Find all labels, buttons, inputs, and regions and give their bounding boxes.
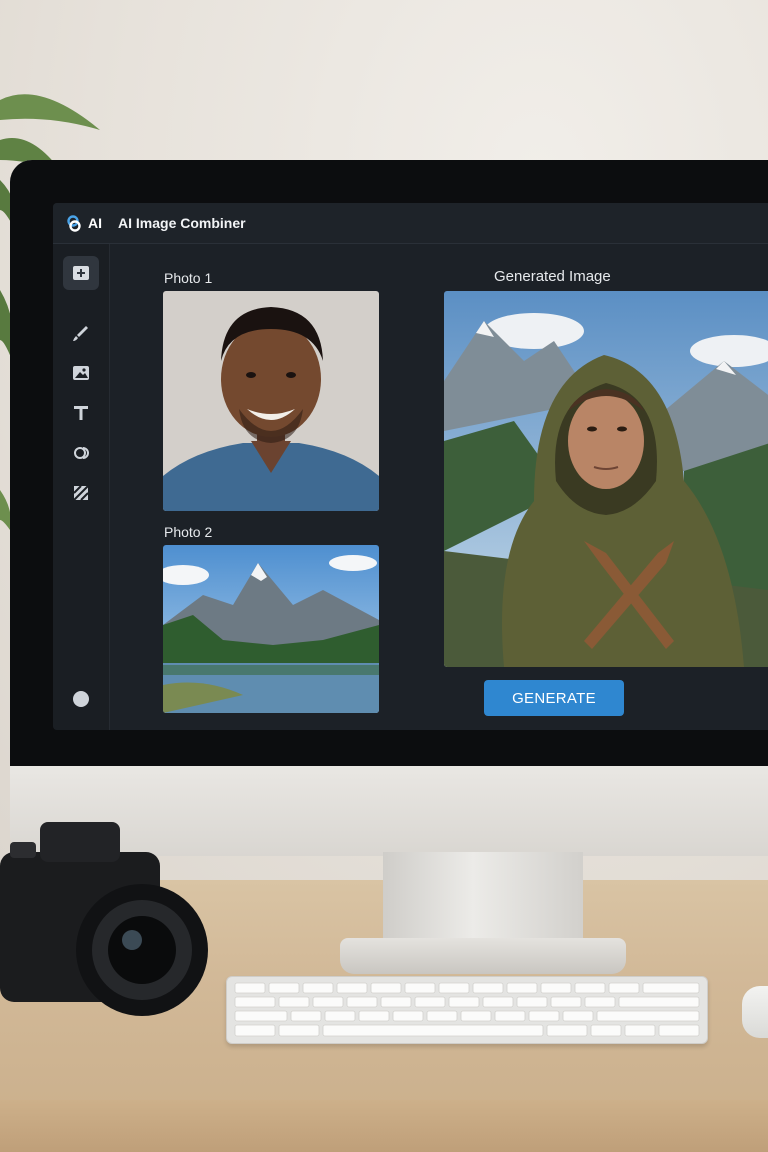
image-edit-icon	[73, 366, 89, 380]
app-title: AI Image Combiner	[118, 215, 246, 231]
photo1-label: Photo 1	[164, 270, 213, 286]
add-image-icon	[73, 266, 89, 280]
pattern-icon	[73, 485, 89, 501]
tool-brush[interactable]	[63, 316, 99, 350]
tool-text[interactable]	[63, 396, 99, 430]
tool-shapes[interactable]	[63, 436, 99, 470]
hooded-ranger-image	[444, 291, 768, 667]
tool-sidebar	[53, 244, 110, 730]
title-bar: AI AI Image Combiner	[53, 203, 768, 244]
photo2-image[interactable]	[163, 545, 379, 713]
generated-image[interactable]	[444, 291, 768, 667]
shapes-icon	[74, 447, 89, 459]
app-window: AI AI Image Combiner Photo 1 Photo 2 Gen…	[53, 203, 768, 730]
workspace: Photo 1 Photo 2 Generated Image GENERATE	[110, 244, 768, 730]
photo1-image[interactable]	[163, 291, 379, 511]
logo-text: AI	[88, 215, 102, 231]
text-icon	[74, 406, 88, 420]
brush-icon	[73, 326, 88, 341]
tool-pattern[interactable]	[63, 476, 99, 510]
monitor-stand-base	[340, 938, 626, 974]
desk-edge	[0, 1100, 768, 1152]
portrait-man-image	[163, 291, 379, 511]
app-logo[interactable]: AI	[65, 214, 102, 232]
mountain-lake-image	[163, 545, 379, 713]
avatar-dot-icon	[73, 691, 89, 707]
camera-decoration	[0, 822, 208, 1016]
keyboard-decoration	[226, 976, 708, 1044]
generated-label: Generated Image	[494, 268, 611, 285]
mouse-decoration	[742, 986, 768, 1038]
generate-button[interactable]: GENERATE	[484, 680, 624, 716]
tool-image-edit[interactable]	[63, 356, 99, 390]
keyboard-keys	[234, 982, 700, 1037]
tool-add-image[interactable]	[63, 256, 99, 290]
link-logo-icon	[67, 215, 81, 232]
photo2-label: Photo 2	[164, 524, 213, 540]
user-avatar-button[interactable]	[63, 682, 99, 716]
